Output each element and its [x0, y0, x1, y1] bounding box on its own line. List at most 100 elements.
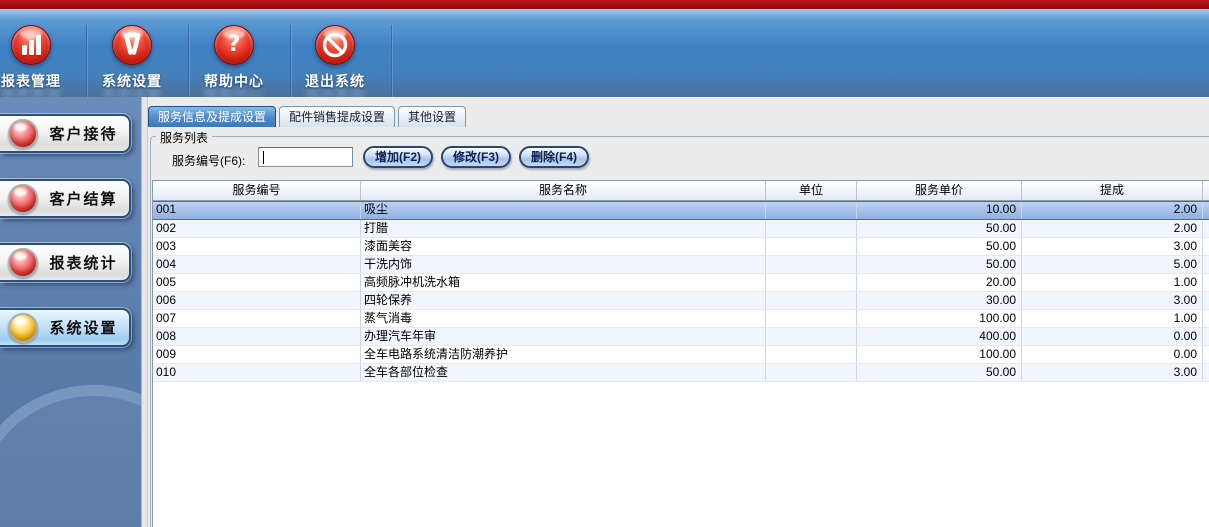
command-button-0[interactable]: 增加(F2) — [363, 146, 433, 168]
table-cell: 002 — [153, 220, 361, 237]
sidebar-circle-decoration — [0, 385, 141, 527]
table-cell — [1203, 202, 1209, 219]
toolbar-separator — [86, 25, 88, 97]
table-cell: 100.00 — [857, 310, 1022, 327]
table-row[interactable]: 005高频脉冲机洗水箱20.001.00 — [153, 274, 1209, 292]
content-panel: 服务信息及提成设置配件销售提成设置其他设置 服务列表 服务编号(F6): 增加(… — [148, 97, 1209, 527]
table-row[interactable]: 004干洗内饰50.005.00 — [153, 256, 1209, 274]
table-cell — [1203, 328, 1209, 345]
toolbar-item-0[interactable]: 报表管理 — [1, 23, 61, 93]
toolbar-item-label: 帮助中心 — [204, 71, 264, 91]
table-cell — [766, 202, 857, 219]
toolbar-item-label: 报表管理 — [1, 71, 61, 91]
table-header-cell[interactable]: 单位 — [766, 181, 857, 200]
help-icon: ? — [215, 26, 253, 64]
table-row[interactable]: 007蒸气消毒100.001.00 — [153, 310, 1209, 328]
table-cell: 30.00 — [857, 292, 1022, 309]
table-row[interactable]: 002打腊50.002.00 — [153, 220, 1209, 238]
table-cell: 100.00 — [857, 346, 1022, 363]
table-cell — [1203, 346, 1209, 363]
red-sphere-icon — [8, 119, 38, 149]
table-cell — [1203, 274, 1209, 291]
table-cell — [1203, 364, 1209, 381]
sidebar-button-3[interactable]: 系统设置 — [0, 308, 131, 347]
toolbar-item-1[interactable]: 系统设置 — [102, 23, 162, 93]
table-cell: 3.00 — [1022, 292, 1203, 309]
table-cell: 008 — [153, 328, 361, 345]
table-cell: 006 — [153, 292, 361, 309]
table-row[interactable]: 010全车各部位检查50.003.00 — [153, 364, 1209, 382]
table-cell: 50.00 — [857, 238, 1022, 255]
table-cell: 001 — [153, 202, 361, 219]
table-cell: 2.00 — [1022, 202, 1203, 219]
table-cell — [766, 346, 857, 363]
sidebar-button-0[interactable]: 客户接待 — [0, 114, 131, 153]
table-cell — [766, 328, 857, 345]
table-header-cell[interactable]: 服务编号 — [153, 181, 361, 200]
toolbar-icon-circle: ? — [214, 25, 254, 65]
tab-2[interactable]: 其他设置 — [398, 106, 466, 127]
service-table: 服务编号服务名称单位服务单价提成001吸尘10.002.00002打腊50.00… — [152, 180, 1209, 527]
main-toolbar: 报表管理 系统设置? 帮助中心 退出系统 — [0, 9, 1209, 98]
table-cell — [766, 238, 857, 255]
bar-chart-icon — [12, 26, 50, 64]
text-caret — [263, 151, 264, 164]
sidebar-splitter[interactable] — [141, 97, 148, 527]
sidebar-button-label: 客户结算 — [38, 188, 129, 209]
table-cell — [1203, 310, 1209, 327]
app-window: 报表管理系统设置?帮助中心退出系统 客户接待客户结算报表统计系统设置 服务信息及… — [0, 0, 1209, 527]
table-row[interactable]: 003漆面美容50.003.00 — [153, 238, 1209, 256]
table-cell: 0.00 — [1022, 328, 1203, 345]
table-header-cell[interactable]: 服务单价 — [857, 181, 1022, 200]
table-cell — [766, 256, 857, 273]
table-cell: 全车各部位检查 — [361, 364, 766, 381]
table-cell — [1203, 238, 1209, 255]
toolbar-separator — [188, 25, 190, 97]
exit-icon — [316, 26, 354, 64]
table-cell: 2.00 — [1022, 220, 1203, 237]
toolbar-separator — [290, 25, 292, 97]
tab-strip: 服务信息及提成设置配件销售提成设置其他设置 — [148, 106, 466, 127]
sidebar-button-label: 客户接待 — [38, 123, 129, 144]
table-header-row: 服务编号服务名称单位服务单价提成 — [153, 181, 1209, 201]
action-button-row: 增加(F2) 修改(F3) 删除(F4) — [363, 146, 589, 168]
sidebar-button-2[interactable]: 报表统计 — [0, 243, 131, 282]
table-row[interactable]: 001吸尘 10.002.00 — [153, 201, 1209, 220]
sidebar-button-1[interactable]: 客户结算 — [0, 179, 131, 218]
table-cell: 009 — [153, 346, 361, 363]
table-cell: 漆面美容 — [361, 238, 766, 255]
service-code-input[interactable] — [263, 149, 349, 165]
table-cell — [766, 310, 857, 327]
toolbar-icon-circle — [11, 25, 51, 65]
sidebar-button-label: 报表统计 — [38, 252, 129, 273]
yellow-sphere-icon — [8, 313, 38, 343]
command-button-1[interactable]: 修改(F3) — [441, 146, 511, 168]
tab-0[interactable]: 服务信息及提成设置 — [148, 106, 276, 127]
table-cell: 办理汽车年审 — [361, 328, 766, 345]
table-cell: 20.00 — [857, 274, 1022, 291]
table-header-cell[interactable]: 提成 — [1022, 181, 1203, 200]
table-cell: 004 — [153, 256, 361, 273]
table-row[interactable]: 006四轮保养30.003.00 — [153, 292, 1209, 310]
table-cell: 003 — [153, 238, 361, 255]
table-header-cell[interactable]: 服务名称 — [361, 181, 766, 200]
table-cell: 0.00 — [1022, 346, 1203, 363]
table-cell — [766, 292, 857, 309]
table-cell: 400.00 — [857, 328, 1022, 345]
top-red-strip — [0, 0, 1209, 9]
table-row[interactable]: 009全车电路系统清洁防潮养护100.000.00 — [153, 346, 1209, 364]
toolbar-separator — [391, 25, 393, 97]
table-cell — [766, 364, 857, 381]
toolbar-item-3[interactable]: 退出系统 — [305, 23, 365, 93]
table-cell: 10.00 — [857, 202, 1022, 219]
table-cell: 010 — [153, 364, 361, 381]
table-cell: 1.00 — [1022, 310, 1203, 327]
command-button-2[interactable]: 删除(F4) — [519, 146, 589, 168]
table-row[interactable]: 008办理汽车年审 400.000.00 — [153, 328, 1209, 346]
tab-1[interactable]: 配件销售提成设置 — [279, 106, 395, 127]
table-cell: 吸尘 — [361, 202, 766, 219]
red-sphere-icon — [8, 248, 38, 278]
toolbar-item-2[interactable]: ? 帮助中心 — [204, 23, 264, 93]
table-header-cell[interactable] — [1203, 181, 1209, 200]
table-cell: 干洗内饰 — [361, 256, 766, 273]
